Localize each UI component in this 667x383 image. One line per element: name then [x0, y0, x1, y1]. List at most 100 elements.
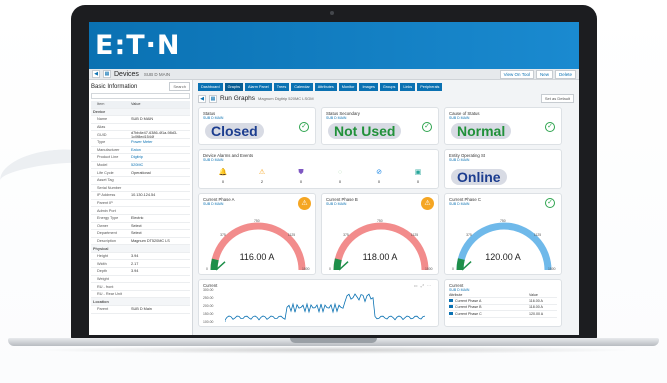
- info-key: Description: [97, 238, 116, 243]
- slash-icon: ⊘: [376, 169, 382, 176]
- current-table-attr: Current Phase C: [449, 311, 529, 316]
- alarm-item[interactable]: ⊘ 0: [365, 169, 393, 184]
- gauge-tick-label: 1125: [410, 233, 419, 238]
- alarm-item[interactable]: 🔔 0: [209, 169, 237, 184]
- status-card: Status SUB D MAIN Closed ✓: [198, 107, 316, 145]
- tab-groups[interactable]: Groups: [379, 83, 399, 91]
- info-key: Physical: [93, 246, 109, 251]
- webcam: [330, 11, 334, 15]
- info-value: Operational: [131, 170, 151, 175]
- tab-links[interactable]: Links: [400, 83, 416, 91]
- info-key: Manufacturer: [97, 147, 120, 152]
- tab-images[interactable]: Images: [359, 83, 378, 91]
- current-table-value: 118.00 A: [529, 305, 543, 310]
- warning-icon[interactable]: ⚠: [421, 197, 434, 210]
- tab-dashboard[interactable]: Dashboard: [198, 83, 223, 91]
- series-swatch: [449, 299, 453, 303]
- gauge-sub: SUB D MAIN: [326, 202, 347, 206]
- info-key: Name: [97, 117, 108, 122]
- chart-y-tick: 100.00: [203, 320, 214, 324]
- attr-label: Current Phase B: [455, 305, 482, 310]
- set-default-button[interactable]: Set as Default: [540, 94, 574, 103]
- info-key: Department: [97, 231, 117, 236]
- search-button[interactable]: Search: [169, 82, 190, 91]
- back-icon[interactable]: ◀: [92, 70, 100, 78]
- entity-sub: SUB D MAIN: [449, 158, 470, 162]
- info-key: Admin Port: [97, 208, 116, 213]
- tab-graphs[interactable]: Graphs: [224, 83, 244, 91]
- graphs-subtitle: Magnum Digitrip 520MC LSGM: [258, 96, 314, 101]
- warning-icon[interactable]: ⚠: [298, 197, 311, 210]
- info-row: Owner Select: [91, 223, 190, 231]
- info-row: Asset Tag: [91, 177, 190, 185]
- info-row: Device: [91, 108, 190, 117]
- info-key: Depth: [97, 269, 108, 274]
- attr-label: Current Phase C: [455, 311, 482, 316]
- info-key: Parent IP: [97, 201, 113, 206]
- current-chart-card: Current ▭ ⤢ ⋯ 300.00 250.00 200.00 150.00 100.…: [198, 279, 439, 327]
- gauge-tick-label: 1125: [287, 233, 296, 238]
- alarm-item[interactable]: ○ 0: [326, 169, 354, 184]
- tab-calendar[interactable]: Calendar: [291, 83, 313, 91]
- gauge-tick-label: 1500: [548, 267, 556, 271]
- gauge-tick-label: 750: [377, 219, 383, 223]
- title-bar: ◀ ▦ Devices SUB D MAIN View On Tool New …: [89, 69, 579, 80]
- new-button[interactable]: New: [535, 69, 553, 79]
- alarm-count: 0: [377, 179, 381, 184]
- info-key: Width: [97, 261, 107, 266]
- tab-trees[interactable]: Trees: [273, 83, 290, 91]
- back-icon[interactable]: ◀: [198, 94, 206, 103]
- eaton-logo: E:T·N: [95, 30, 181, 61]
- info-row: Type Power Meter: [91, 139, 190, 147]
- alarm-count: 2: [260, 179, 264, 184]
- alarms-sub: SUB D MAIN: [203, 158, 224, 162]
- dashboard-cards: Status SUB D MAIN Closed ✓ Status Secondary S…: [198, 107, 574, 327]
- current-table-card: Current SUB D MAIN Attribute Value Current P…: [444, 279, 562, 327]
- info-row: Width 2.17: [91, 260, 190, 269]
- info-key: Device: [93, 109, 106, 114]
- chart-controls[interactable]: ▭ ⤢ ⋯: [414, 283, 432, 288]
- current-table-value: 120.00 A: [529, 311, 544, 316]
- status-card: Status Secondary SUB D MAIN Not Used ✓: [321, 107, 439, 145]
- view-on-tool-button[interactable]: View On Tool: [499, 69, 534, 79]
- current-chart-title: Current: [203, 283, 218, 288]
- shield-icon: ⛊: [298, 169, 304, 176]
- chart-y-tick: 150.00: [203, 312, 214, 316]
- info-value: Select: [131, 223, 142, 228]
- info-row: RU - Rear Unit: [91, 291, 190, 299]
- status-card: Cause of Status SUB D MAIN Normal ✓: [444, 107, 562, 145]
- tab-peripherals[interactable]: Peripherals: [417, 83, 443, 91]
- search-input[interactable]: [91, 93, 190, 99]
- info-row: Model 520MC: [91, 162, 190, 170]
- current-line-series: [225, 293, 425, 322]
- info-value: Electric: [131, 216, 144, 221]
- gauge-sub: SUB D MAIN: [203, 202, 224, 206]
- basic-info-panel: Basic Information Search Item Value Devi…: [89, 80, 193, 335]
- tab-monitor[interactable]: Monitor: [338, 83, 358, 91]
- info-key: Asset Tag: [97, 178, 114, 183]
- delete-button[interactable]: Delete: [554, 69, 576, 79]
- tab-attributes[interactable]: Attributes: [314, 83, 337, 91]
- gauge-sub: SUB D MAIN: [449, 202, 470, 206]
- alarm-item[interactable]: ⛊ 0: [287, 169, 315, 184]
- gauge-card: Current Phase C SUB D MAIN ✓ 0 375 750 1125 150…: [444, 193, 562, 275]
- alarm-item[interactable]: ⚠ 2: [248, 169, 276, 184]
- info-value: 2.17: [131, 261, 139, 266]
- info-value: Power Meter: [131, 140, 153, 145]
- grid-icon[interactable]: ▦: [103, 70, 111, 78]
- gauge-tick-label: 750: [254, 219, 260, 223]
- entity-card: Entity Operating St SUB D MAIN Online: [444, 149, 562, 189]
- grid-icon[interactable]: ▦: [209, 94, 217, 103]
- alarm-item[interactable]: ▣ 0: [404, 169, 432, 184]
- current-table-attr: Current Phase A: [449, 299, 529, 303]
- tab-alarm-panel[interactable]: Alarm Panel: [245, 83, 272, 91]
- status-card-sub: SUB D MAIN: [203, 116, 224, 120]
- alarms-card: Device Alarms and Events SUB D MAIN 🔔 0 ⚠ 2 ⛊ 0…: [198, 149, 439, 189]
- scene: E:T·N ◀ ▦ Devices SUB D MAIN View On Too…: [0, 0, 667, 383]
- gauge-tick-label: 375: [466, 233, 472, 238]
- info-row: Admin Port: [91, 207, 190, 215]
- basic-info-title: Basic Information: [91, 83, 138, 90]
- info-key: Model: [97, 163, 108, 168]
- attr-label: Current Phase A: [455, 299, 482, 304]
- status-card-value: Normal: [451, 123, 512, 139]
